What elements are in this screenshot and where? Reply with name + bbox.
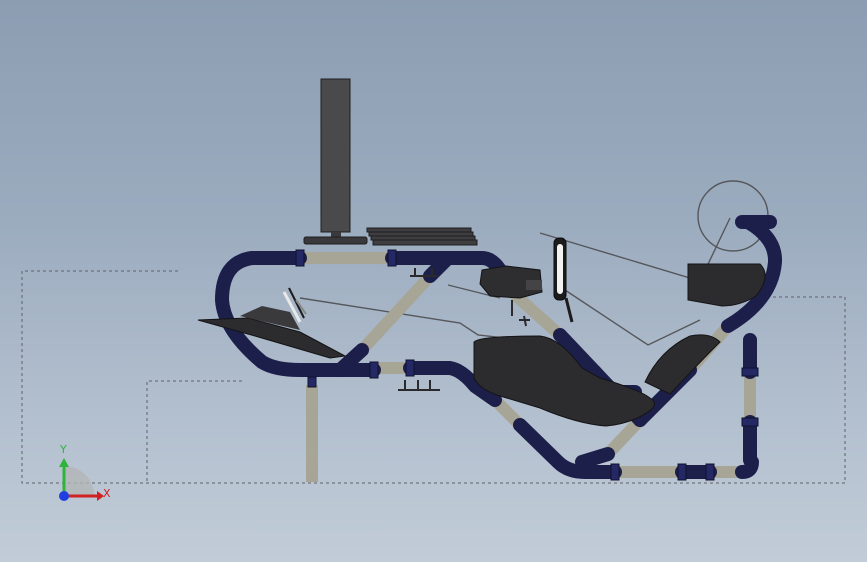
- wheel-base[interactable]: [479, 265, 543, 299]
- axis-y-label: Y: [60, 443, 67, 456]
- axis-x-label: X: [103, 487, 111, 500]
- steering-wheel[interactable]: [553, 237, 574, 323]
- keyboard-tray[interactable]: [366, 227, 478, 246]
- triad-z-axis: [59, 491, 69, 501]
- monitor[interactable]: [303, 78, 368, 245]
- graphics-viewport[interactable]: Y X: [0, 0, 867, 562]
- coordinate-triad: [59, 458, 104, 501]
- cockpit-rig-model[interactable]: [0, 0, 867, 562]
